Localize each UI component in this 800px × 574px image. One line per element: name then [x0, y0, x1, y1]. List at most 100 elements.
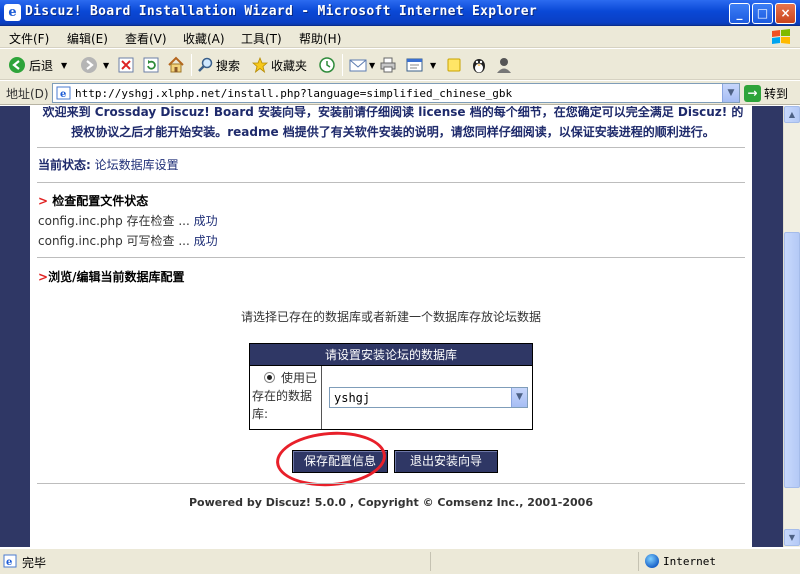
scroll-down-icon[interactable]: ▼	[784, 529, 800, 546]
forward-dropdown-icon[interactable]: ▼	[103, 61, 109, 70]
print-button[interactable]	[380, 55, 396, 75]
address-label: 地址(D)	[6, 87, 49, 101]
mail-dropdown-icon[interactable]: ▼	[369, 61, 375, 70]
back-arrow-icon	[9, 57, 25, 73]
vertical-scrollbar[interactable]: ▲ ▼	[783, 106, 800, 547]
go-button[interactable]: → 转到	[744, 84, 788, 102]
divider	[37, 182, 745, 183]
home-icon	[168, 56, 184, 73]
search-label: 搜索	[216, 58, 241, 73]
note-icon	[447, 58, 461, 72]
history-button[interactable]	[318, 55, 336, 75]
edit-button[interactable]: ▼	[406, 55, 436, 75]
address-input[interactable]: e http://yshgj.xlphp.net/install.php?lan…	[52, 83, 740, 103]
db-option-label: 使用已存在的数据库:	[252, 371, 318, 421]
go-arrow-icon: →	[744, 84, 761, 102]
db-config-heading: >浏览/编辑当前数据库配置	[38, 268, 184, 285]
menu-bar: 文件(F) 编辑(E) 查看(V) 收藏(A) 工具(T) 帮助(H)	[0, 26, 800, 48]
back-button[interactable]: 后退 ▼	[8, 55, 67, 75]
intro-line-2: 授权协议之后才能开始安装。readme 档提供了有关软件安装的说明，请您同样仔细…	[71, 125, 715, 139]
qq-penguin-icon	[473, 59, 485, 73]
db-settings-table: 请设置安装论坛的数据库 使用已存在的数据库: yshgj ▼	[249, 343, 533, 430]
config-check-heading: > 检查配置文件状态	[38, 192, 148, 209]
history-icon	[319, 57, 335, 73]
check-result: 成功	[193, 214, 218, 228]
refresh-icon	[143, 57, 159, 73]
menu-help[interactable]: 帮助(H)	[299, 30, 341, 47]
windows-logo-icon	[772, 29, 790, 44]
section-marker: >	[38, 270, 49, 284]
window-title: Discuz! Board Installation Wizard - Micr…	[25, 4, 537, 19]
back-dropdown-icon[interactable]: ▼	[61, 61, 67, 70]
intro-text: 欢迎来到 Crossday Discuz! Board 安装向导，安装前请仔细阅…	[40, 106, 746, 142]
messenger-button[interactable]	[470, 55, 488, 75]
ie-icon: e	[4, 4, 21, 21]
print-icon	[380, 57, 396, 73]
home-button[interactable]	[167, 55, 185, 75]
favorites-label: 收藏夹	[271, 58, 308, 73]
check-text: config.inc.php 可写检查 ...	[38, 234, 194, 248]
chevron-down-icon[interactable]: ▼	[511, 388, 527, 407]
divider	[37, 483, 745, 484]
exit-wizard-button[interactable]: 退出安装向导	[394, 450, 498, 473]
window-title-bar[interactable]: e Discuz! Board Installation Wizard - Mi…	[0, 0, 800, 26]
stop-button[interactable]	[118, 55, 134, 75]
current-status: 当前状态: 论坛数据库设置	[38, 156, 179, 173]
status-value: 论坛数据库设置	[94, 158, 179, 172]
maximize-button[interactable]: □	[752, 3, 773, 24]
toolbar-separator	[191, 54, 192, 76]
menu-edit[interactable]: 编辑(E)	[67, 30, 108, 47]
database-select[interactable]: yshgj ▼	[329, 387, 528, 408]
status-bar: e 完毕 Internet	[0, 548, 800, 574]
security-zone: Internet	[663, 555, 716, 568]
refresh-button[interactable]	[143, 55, 159, 75]
edit-dropdown-icon[interactable]: ▼	[430, 61, 436, 70]
minimize-button[interactable]: _	[729, 3, 750, 24]
red-annotation-circle	[274, 428, 388, 490]
status-text: 完毕	[22, 556, 47, 570]
divider	[37, 147, 745, 148]
favorites-button[interactable]: 收藏夹	[252, 55, 307, 75]
check-text: config.inc.php 存在检查 ...	[38, 214, 194, 228]
mail-button[interactable]: ▼	[349, 55, 375, 75]
close-button[interactable]: ×	[775, 3, 796, 24]
toolbar: 后退 ▼ ▼ 搜索 收藏夹 ▼ ▼	[0, 49, 800, 80]
mail-icon	[349, 59, 367, 72]
section-marker: >	[38, 194, 49, 208]
config-exists-check: config.inc.php 存在检查 ... 成功	[38, 212, 218, 229]
favorites-star-icon	[252, 57, 268, 73]
address-dropdown-icon[interactable]: ▼	[722, 84, 739, 102]
scroll-thumb[interactable]	[784, 232, 800, 488]
database-selected-value: yshgj	[334, 391, 371, 405]
use-existing-radio[interactable]	[264, 372, 275, 383]
menu-tools[interactable]: 工具(T)	[241, 30, 282, 47]
forward-button[interactable]: ▼	[80, 55, 109, 75]
discuss-button[interactable]	[446, 55, 462, 75]
menu-file[interactable]: 文件(F)	[9, 30, 49, 47]
address-bar: 地址(D) e http://yshgj.xlphp.net/install.p…	[0, 81, 800, 105]
menu-view[interactable]: 查看(V)	[125, 30, 167, 47]
stop-icon	[118, 57, 134, 73]
db-option-cell: 使用已存在的数据库:	[250, 366, 322, 429]
content-panel: 欢迎来到 Crossday Discuz! Board 安装向导，安装前请仔细阅…	[30, 106, 752, 547]
go-label: 转到	[764, 86, 789, 101]
menu-favorites[interactable]: 收藏(A)	[183, 30, 225, 47]
config-writable-check: config.inc.php 可写检查 ... 成功	[38, 232, 218, 249]
db-prompt: 请选择已存在的数据库或者新建一个数据库存放论坛数据	[240, 310, 541, 324]
footer-copyright: Powered by Discuz! 5.0.0 , Copyright © C…	[189, 496, 593, 509]
status-label: 当前状态:	[38, 158, 91, 172]
status-separator	[430, 552, 431, 571]
scroll-up-icon[interactable]: ▲	[784, 106, 800, 123]
user-icon	[497, 58, 511, 73]
page-viewport: 欢迎来到 Crossday Discuz! Board 安装向导，安装前请仔细阅…	[0, 106, 783, 547]
internet-globe-icon	[645, 554, 659, 568]
divider	[37, 257, 745, 258]
user-button[interactable]	[495, 55, 513, 75]
search-button[interactable]: 搜索	[197, 55, 240, 75]
page-done-icon: e	[3, 554, 17, 568]
svg-text:e: e	[6, 557, 12, 568]
toolbar-separator	[342, 54, 343, 76]
edit-page-icon	[406, 58, 423, 72]
svg-text:e: e	[60, 89, 66, 100]
db-table-header: 请设置安装论坛的数据库	[250, 344, 532, 366]
